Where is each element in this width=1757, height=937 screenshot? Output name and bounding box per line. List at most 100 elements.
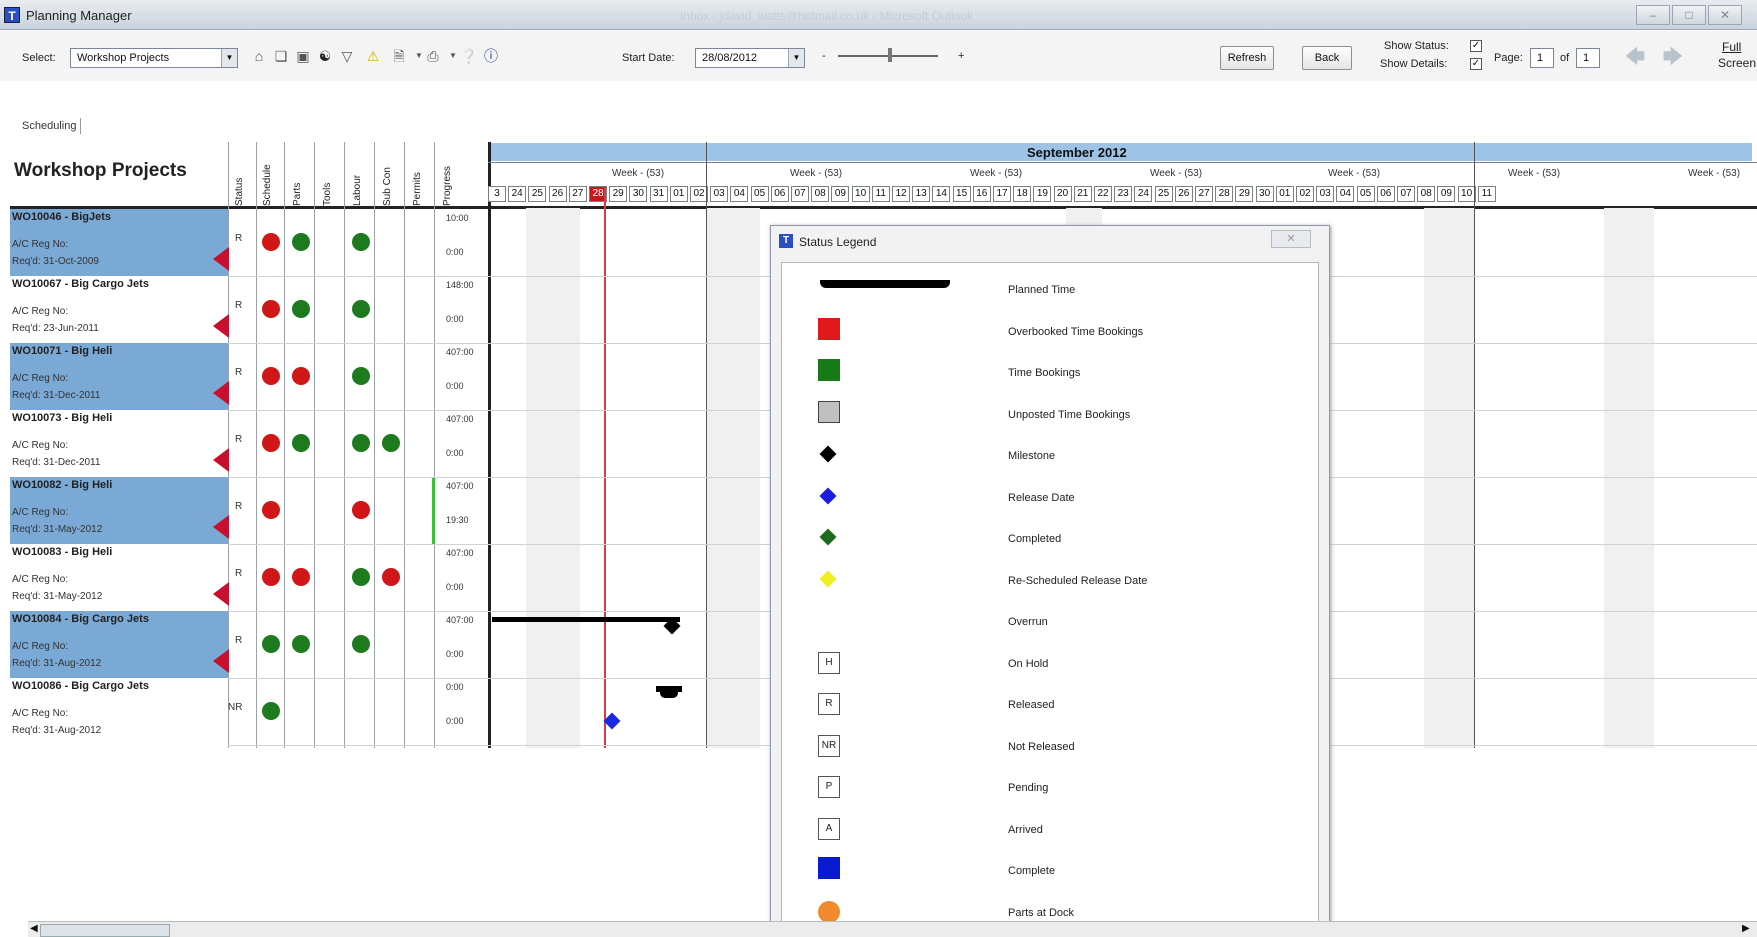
chevron-down-icon: ▼ <box>221 49 237 67</box>
table-row[interactable]: WO10083 - Big Heli A/C Reg No: Req'd: 31-M… <box>10 544 228 611</box>
zoom-minus[interactable]: - <box>822 50 826 62</box>
day-cell: 05 <box>750 186 769 202</box>
previous-page-icon[interactable]: 🡄 <box>1622 44 1648 70</box>
col-divider <box>314 142 315 748</box>
warning-icon[interactable]: ⚠ <box>364 47 382 65</box>
legend-label: Released <box>1008 699 1055 711</box>
row-reg: A/C Reg No: <box>12 306 69 317</box>
close-window-button[interactable]: ✕ <box>1708 5 1742 25</box>
row-req: Req'd: 31-Dec-2011 <box>12 390 101 401</box>
day-cell: 21 <box>1073 186 1092 202</box>
row-reg: A/C Reg No: <box>12 708 69 719</box>
start-date-picker[interactable]: 28/08/2012 ▼ <box>695 48 805 68</box>
help-pointer-icon[interactable]: ❔ <box>460 47 478 65</box>
column-subcon: Sub Con <box>382 167 393 206</box>
table-row[interactable]: WO10086 - Big Cargo Jets A/C Reg No: Req'd… <box>10 678 228 745</box>
row-title: WO10084 - Big Cargo Jets <box>12 613 149 625</box>
copy-icon[interactable]: ❏ <box>272 47 290 65</box>
back-button[interactable]: Back <box>1302 46 1352 70</box>
row-req: Req'd: 31-Oct-2009 <box>12 256 99 267</box>
week-separator <box>488 162 1757 163</box>
weekend-column <box>1604 208 1654 748</box>
day-cell: 24 <box>508 186 527 202</box>
next-page-icon[interactable]: 🡆 <box>1660 44 1686 70</box>
close-icon[interactable]: ✕ <box>1271 230 1311 248</box>
column-tools: Tools <box>322 182 333 206</box>
table-row[interactable]: WO10082 - Big Heli A/C Reg No: Req'd: 31-M… <box>10 477 228 544</box>
page-number-input[interactable]: 1 <box>1530 48 1554 68</box>
show-details-label: Show Details: <box>1380 58 1448 70</box>
status-dot <box>292 635 310 653</box>
day-cell: 30 <box>1255 186 1274 202</box>
row-title: WO10073 - Big Heli <box>12 412 113 424</box>
status-code-swatch: H <box>818 651 840 674</box>
legend-label: On Hold <box>1008 657 1049 670</box>
status-code: R <box>235 233 243 244</box>
day-cell: 03 <box>1316 186 1335 202</box>
progress-planned: 407:00 <box>446 481 474 491</box>
row-title: WO10071 - Big Heli <box>12 345 113 357</box>
day-cell: 08 <box>1417 186 1436 202</box>
filter-icon[interactable]: ▽ <box>338 47 356 65</box>
progress-planned: 407:00 <box>446 414 474 424</box>
refresh-button[interactable]: Refresh <box>1220 46 1274 70</box>
day-cell: 26 <box>548 186 567 202</box>
show-status-checkbox[interactable]: ✓ <box>1470 40 1482 52</box>
minimize-button[interactable]: – <box>1636 5 1670 25</box>
day-cell: 06 <box>1376 186 1395 202</box>
status-dot <box>262 501 280 519</box>
status-dot <box>262 300 280 318</box>
show-details-checkbox[interactable]: ✓ <box>1470 58 1482 70</box>
square-swatch <box>818 359 840 381</box>
week-label: Week - (53) <box>790 168 843 179</box>
title-bar: T Planning Manager Inbox - jdavid_watts@… <box>0 0 1757 30</box>
select-dropdown[interactable]: Workshop Projects ▼ <box>70 48 238 68</box>
save-icon[interactable]: ▣ <box>294 47 312 65</box>
printer-icon[interactable]: ⎙ <box>424 47 442 65</box>
horizontal-scrollbar[interactable] <box>28 921 1757 937</box>
day-cell: 15 <box>952 186 971 202</box>
scrollbar-thumb[interactable] <box>40 924 170 937</box>
table-row[interactable]: WO10067 - Big Cargo Jets A/C Reg No: Req'd… <box>10 276 228 343</box>
binoculars-icon[interactable]: ☯ <box>316 47 334 65</box>
table-row[interactable]: WO10084 - Big Cargo Jets A/C Reg No: Req'd… <box>10 611 228 678</box>
col-divider <box>374 142 375 748</box>
progress-actual: 0:00 <box>446 314 464 324</box>
home-icon[interactable]: ⌂ <box>250 47 268 65</box>
day-cell: 3 <box>488 186 506 202</box>
legend-label: Unposted Time Bookings <box>1008 408 1131 421</box>
scroll-right-icon[interactable]: ▶ <box>1742 923 1750 934</box>
week-label: Week - (53) <box>1508 168 1561 179</box>
maximize-button[interactable]: □ <box>1672 5 1706 25</box>
table-row[interactable]: WO10071 - Big Heli A/C Reg No: Req'd: 31-D… <box>10 343 228 410</box>
tab-scheduling[interactable]: Scheduling <box>18 118 82 134</box>
day-cell: 19 <box>1033 186 1052 202</box>
row-req: Req'd: 31-Dec-2011 <box>12 457 101 468</box>
zoom-slider-thumb[interactable] <box>888 48 892 62</box>
day-cell: 25 <box>528 186 547 202</box>
row-reg: A/C Reg No: <box>12 507 69 518</box>
month-divider <box>706 142 707 748</box>
day-cell: 29 <box>1235 186 1254 202</box>
status-code: R <box>235 635 243 646</box>
full-screen-line2[interactable]: Screen <box>1718 56 1756 70</box>
column-progress: Progress <box>442 165 453 206</box>
day-cell: 31 <box>649 186 668 202</box>
progress-planned: 407:00 <box>446 548 474 558</box>
info-icon[interactable]: ⓘ <box>482 47 500 65</box>
table-row[interactable]: WO10046 - BigJets A/C Reg No: Req'd: 31-Oc… <box>10 209 228 276</box>
column-permits: Permits <box>412 172 423 206</box>
legend-label: Arrived <box>1008 823 1043 836</box>
select-value: Workshop Projects <box>77 52 170 64</box>
release-date-marker <box>603 712 621 730</box>
day-cell: 14 <box>932 186 951 202</box>
scroll-left-icon[interactable]: ◀ <box>30 923 38 934</box>
month-label: September 2012 <box>1027 145 1127 160</box>
zoom-plus[interactable]: + <box>958 50 964 62</box>
table-row[interactable]: WO10073 - Big Heli A/C Reg No: Req'd: 31-D… <box>10 410 228 477</box>
full-screen-line1[interactable]: Full <box>1722 40 1741 54</box>
document-icon[interactable]: 🗎 <box>390 47 408 65</box>
status-dot <box>292 434 310 452</box>
col-divider <box>344 142 345 748</box>
header-separator <box>10 206 1757 209</box>
